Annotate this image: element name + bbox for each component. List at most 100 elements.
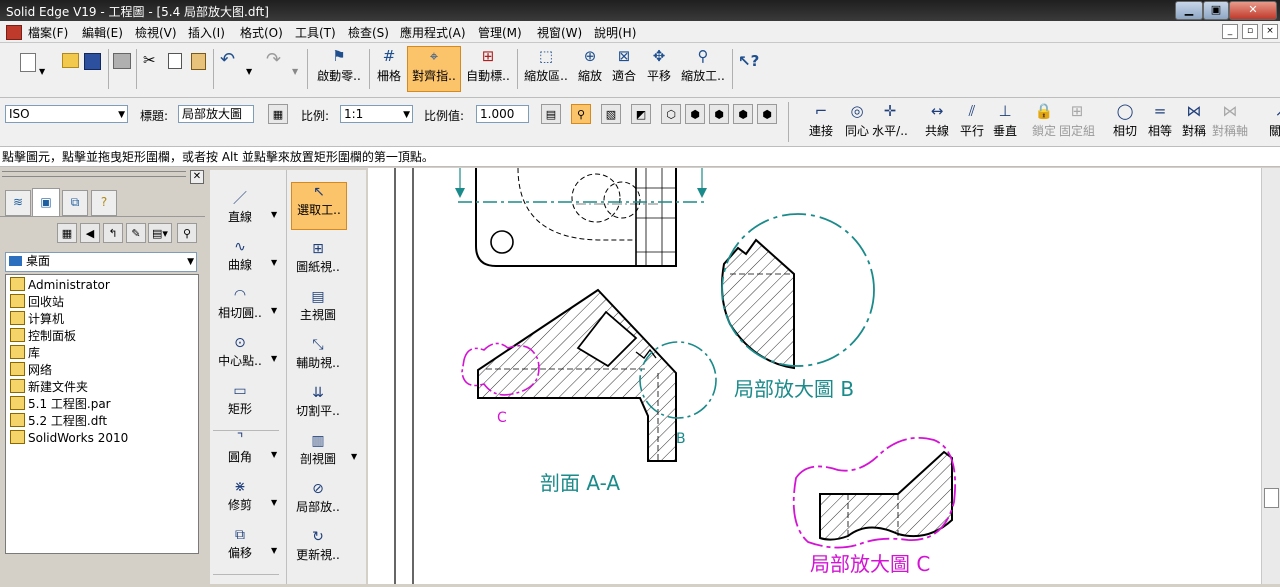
new-icon[interactable] bbox=[20, 53, 36, 72]
file-tree[interactable]: Administrator 回收站 计算机 控制面板库网络 新建文件夹 5.1 工程图.p… bbox=[5, 274, 199, 554]
tool-select-tool-button[interactable]: ↖ 選取工.. bbox=[291, 182, 347, 230]
tool-center-point-button[interactable]: ⊙ 中心點.. bbox=[212, 334, 268, 378]
fit-button[interactable]: ⊠ 適合 bbox=[608, 47, 640, 91]
tool-auxiliary-view-button[interactable]: ⤡ 輔助視.. bbox=[291, 336, 345, 380]
style-select[interactable]: ISO ▼ bbox=[5, 105, 128, 123]
undo-icon[interactable]: ↶ bbox=[220, 49, 235, 70]
detail-view-c[interactable]: 局部放大圖 C bbox=[792, 436, 956, 576]
scale-select[interactable]: 1:1 ▼ bbox=[340, 105, 413, 123]
annotation-button[interactable]: ⚲ bbox=[571, 104, 591, 124]
view-mode-icon[interactable]: ▦ bbox=[57, 223, 77, 243]
vertical-scrollbar[interactable] bbox=[1261, 168, 1280, 584]
tool-tangent-circle-button[interactable]: ◠ 相切圓.. bbox=[212, 286, 268, 330]
chevron-down-icon[interactable]: ▼ bbox=[271, 450, 277, 459]
up-folder-icon[interactable]: ↰ bbox=[103, 223, 123, 243]
redo-dropdown-icon[interactable]: ▼ bbox=[292, 67, 298, 76]
cut-icon[interactable]: ✂ bbox=[143, 51, 156, 69]
tool-update-view-button[interactable]: ↻ 更新視.. bbox=[291, 528, 345, 572]
redo-icon[interactable]: ↷ bbox=[266, 49, 281, 70]
drawing-sheet[interactable]: B C 剖面 A-A 局部放大圖 B 局部放大圖 C bbox=[368, 167, 1261, 584]
tree-item[interactable]: 控制面板 bbox=[10, 328, 76, 345]
menu-window[interactable]: 視窗(W) bbox=[537, 24, 582, 41]
zoom-area-button[interactable]: ⬚ 縮放區.. bbox=[521, 47, 571, 91]
zoom-tool-button[interactable]: ⚲ 縮放工.. bbox=[678, 47, 728, 91]
tree-item[interactable]: 网络 bbox=[10, 362, 52, 379]
shaded-button[interactable]: ⬢ bbox=[733, 104, 753, 124]
tree-item[interactable]: SolidWorks 2010 bbox=[10, 430, 128, 447]
text-format-button[interactable]: ▦ bbox=[268, 104, 288, 124]
location-select[interactable]: 桌面 ▼ bbox=[5, 252, 197, 272]
auto-dimension-button[interactable]: ⊞ 自動標.. bbox=[462, 47, 514, 91]
tree-item[interactable]: 回收站 bbox=[10, 294, 64, 311]
display-button[interactable]: ▧ bbox=[601, 104, 621, 124]
menu-inspect[interactable]: 檢查(S) bbox=[348, 24, 389, 41]
library-tab[interactable]: ▣ bbox=[32, 188, 60, 217]
hidden-edges-button[interactable]: ⬢ bbox=[685, 104, 705, 124]
panel-grip[interactable] bbox=[2, 171, 186, 177]
wireframe-button[interactable]: ⬡ bbox=[661, 104, 681, 124]
new-dropdown-icon[interactable]: ▼ bbox=[39, 67, 45, 76]
copy-icon[interactable] bbox=[168, 53, 182, 69]
zoom-button[interactable]: ⊕ 縮放 bbox=[573, 47, 607, 91]
chevron-down-icon[interactable]: ▼ bbox=[271, 210, 277, 219]
shading-button[interactable]: ◩ bbox=[631, 104, 651, 124]
help-tab[interactable]: ? bbox=[91, 190, 117, 216]
mdi-minimize-button[interactable]: _ bbox=[1222, 24, 1238, 39]
properties-button[interactable]: ▤ bbox=[541, 104, 561, 124]
top-view[interactable] bbox=[455, 167, 707, 267]
print-icon[interactable] bbox=[113, 53, 131, 69]
tree-item[interactable]: 新建文件夹 bbox=[10, 379, 88, 396]
menu-applications[interactable]: 應用程式(A) bbox=[400, 24, 466, 41]
chevron-down-icon[interactable]: ▼ bbox=[271, 306, 277, 315]
tool-rectangle-button[interactable]: ▭ 矩形 bbox=[212, 382, 268, 426]
tree-item[interactable]: 库 bbox=[10, 345, 40, 362]
chevron-down-icon[interactable]: ▼ bbox=[271, 354, 277, 363]
scrollbar-thumb[interactable] bbox=[1264, 488, 1279, 508]
layers-tab[interactable]: ≋ bbox=[5, 190, 31, 216]
menu-insert[interactable]: 插入(I) bbox=[188, 24, 225, 41]
title-input[interactable]: 局部放大圖 bbox=[178, 105, 254, 123]
relation-horizontal-vertical-button[interactable]: ✛ 水平/.. bbox=[868, 102, 912, 142]
relation-relation-button[interactable]: ↗ 關聯 bbox=[1259, 102, 1280, 142]
tool-offset-button[interactable]: ⧉ 偏移 bbox=[212, 526, 268, 570]
visible-edges-button[interactable]: ⬢ bbox=[709, 104, 729, 124]
menu-manage[interactable]: 管理(M) bbox=[478, 24, 522, 41]
tree-item[interactable]: 5.2 工程图.dft bbox=[10, 413, 107, 430]
search-icon[interactable]: ⚲ bbox=[177, 223, 197, 243]
menu-file[interactable]: 檔案(F) bbox=[28, 24, 68, 41]
detail-view-b[interactable]: 局部放大圖 B bbox=[721, 213, 875, 401]
open-icon[interactable] bbox=[62, 53, 79, 68]
mdi-close-button[interactable]: × bbox=[1262, 24, 1278, 39]
drawing-canvas[interactable]: B C 剖面 A-A 局部放大圖 B 局部放大圖 C bbox=[368, 167, 1261, 584]
grid-button[interactable]: # 柵格 bbox=[372, 47, 406, 91]
tool-trim-button[interactable]: ⋇ 修剪 bbox=[212, 478, 268, 522]
activate-part-button[interactable]: ⚑ 啟動零.. bbox=[311, 47, 367, 91]
minimize-button[interactable]: ▁ bbox=[1175, 1, 1203, 20]
help-pointer-icon[interactable]: ↖? bbox=[738, 52, 759, 70]
menu-view[interactable]: 檢視(V) bbox=[135, 24, 177, 41]
chevron-down-icon[interactable]: ▼ bbox=[271, 258, 277, 267]
restore-button[interactable]: ▣ bbox=[1203, 1, 1229, 20]
panel-close-button[interactable]: ✕ bbox=[190, 170, 204, 184]
shaded-edges-button[interactable]: ⬢ bbox=[757, 104, 777, 124]
undo-dropdown-icon[interactable]: ▼ bbox=[246, 67, 252, 76]
relation-rigid-set-button[interactable]: ⊞ 固定組 bbox=[1055, 102, 1099, 142]
tree-item[interactable]: 5.1 工程图.par bbox=[10, 396, 111, 413]
relation-symmetry-axis-button[interactable]: ⋈ 對稱軸 bbox=[1208, 102, 1252, 142]
pan-button[interactable]: ✥ 平移 bbox=[642, 47, 676, 91]
tool-detail-view-button[interactable]: ⊘ 局部放.. bbox=[291, 480, 345, 524]
tree-item[interactable]: 计算机 bbox=[10, 311, 64, 328]
tool-principal-view-button[interactable]: ▤ 主視圖 bbox=[291, 288, 345, 332]
views-menu-icon[interactable]: ▤▾ bbox=[148, 223, 172, 243]
document-icon[interactable] bbox=[6, 25, 22, 40]
groups-tab[interactable]: ⧉ bbox=[62, 190, 88, 216]
tree-item[interactable]: Administrator bbox=[10, 277, 110, 294]
tool-line-button[interactable]: ／ 直線 bbox=[212, 190, 268, 234]
menu-format[interactable]: 格式(O) bbox=[240, 24, 283, 41]
section-view-aa[interactable]: B C 剖面 A-A bbox=[461, 288, 717, 495]
paste-icon[interactable] bbox=[191, 53, 206, 70]
scale-value-input[interactable]: 1.000 bbox=[476, 105, 529, 123]
tool-fillet-button[interactable]: ⌝ 圓角 bbox=[212, 430, 268, 474]
menu-help[interactable]: 說明(H) bbox=[594, 24, 636, 41]
chevron-down-icon[interactable]: ▼ bbox=[351, 452, 357, 461]
